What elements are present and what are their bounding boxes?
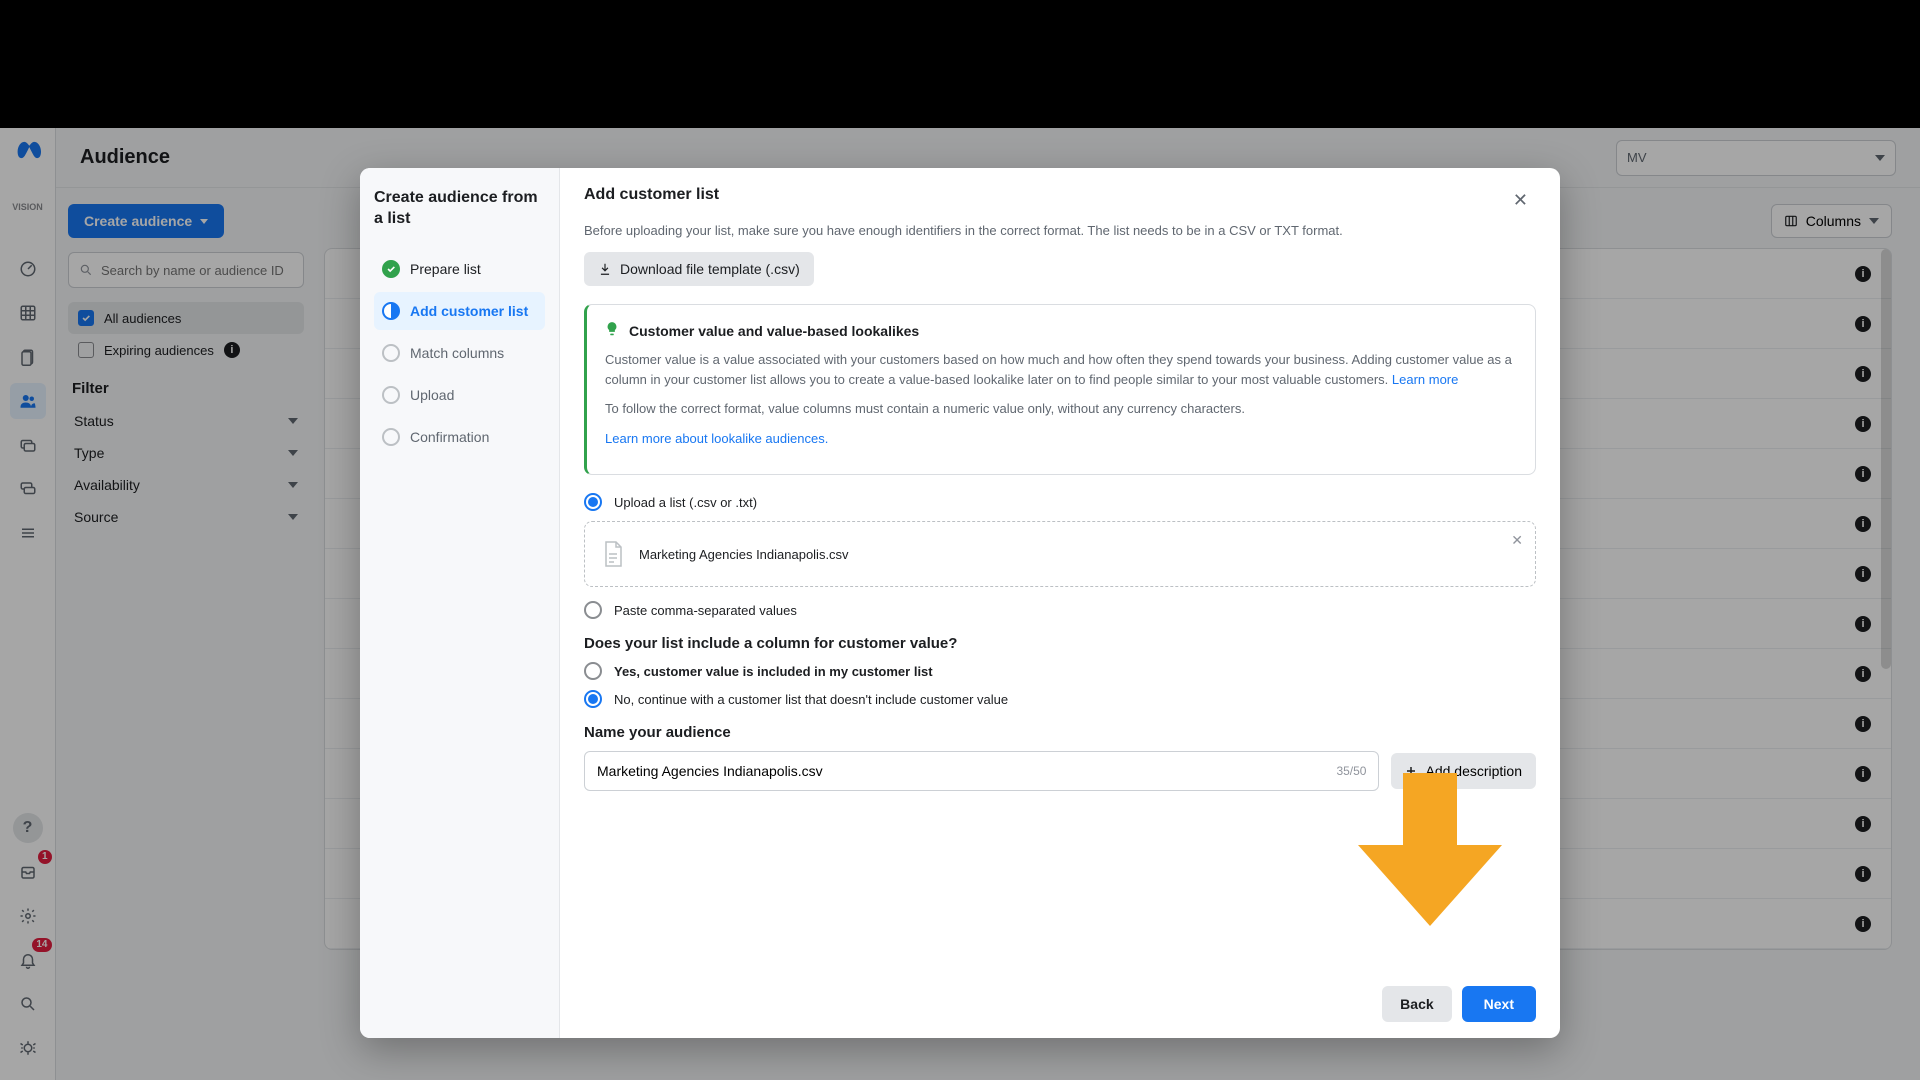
- add-description-button[interactable]: Add description: [1391, 753, 1536, 789]
- modal-header: Add customer list ✕: [560, 168, 1560, 219]
- info-card-body1: Customer value is a value associated wit…: [605, 350, 1517, 389]
- info-card-title: Customer value and value-based lookalike…: [629, 323, 919, 339]
- add-description-label: Add description: [1425, 763, 1522, 779]
- uploaded-file-box[interactable]: Marketing Agencies Indianapolis.csv ✕: [584, 521, 1536, 587]
- radio-selected-icon: [584, 493, 602, 511]
- download-template-label: Download file template (.csv): [620, 261, 800, 277]
- step-pending-icon: [382, 386, 400, 404]
- option-value-yes[interactable]: Yes, customer value is included in my cu…: [584, 662, 1536, 680]
- option-value-no[interactable]: No, continue with a customer list that d…: [584, 690, 1536, 708]
- step-add-customer-list[interactable]: Add customer list: [374, 292, 545, 330]
- back-button[interactable]: Back: [1382, 986, 1451, 1022]
- option-upload-list[interactable]: Upload a list (.csv or .txt): [584, 493, 1536, 511]
- next-button[interactable]: Next: [1462, 986, 1536, 1022]
- step-upload: Upload: [374, 376, 545, 414]
- download-icon: [598, 262, 612, 276]
- step-prepare-list[interactable]: Prepare list: [374, 250, 545, 288]
- step-pending-icon: [382, 344, 400, 362]
- customer-value-question: Does your list include a column for cust…: [584, 635, 1536, 652]
- name-counter: 35/50: [1336, 764, 1366, 778]
- modal-body: Before uploading your list, make sure yo…: [560, 219, 1560, 970]
- step-active-icon: [382, 302, 400, 320]
- step-match-columns: Match columns: [374, 334, 545, 372]
- audience-name-input[interactable]: [597, 763, 1336, 779]
- close-icon[interactable]: ✕: [1505, 186, 1536, 215]
- customer-value-info-card: Customer value and value-based lookalike…: [584, 304, 1536, 475]
- option-upload-label: Upload a list (.csv or .txt): [614, 495, 757, 510]
- modal-footer: Back Next: [560, 970, 1560, 1038]
- lightbulb-icon: [605, 321, 619, 340]
- browser-header-blackout: [0, 0, 1920, 128]
- option-paste-values[interactable]: Paste comma-separated values: [584, 601, 1536, 619]
- file-icon: [601, 540, 625, 568]
- learn-more-link[interactable]: Learn more: [1392, 372, 1458, 387]
- step-pending-icon: [382, 428, 400, 446]
- radio-unselected-icon: [584, 601, 602, 619]
- wizard-steps-panel: Create audience from a list Prepare list…: [360, 168, 560, 1038]
- modal-subtext: Before uploading your list, make sure yo…: [584, 223, 1536, 238]
- wizard-title: Create audience from a list: [374, 188, 545, 230]
- radio-selected-icon: [584, 690, 602, 708]
- option-paste-label: Paste comma-separated values: [614, 603, 797, 618]
- learn-lookalike-link[interactable]: Learn more about lookalike audiences.: [605, 431, 828, 446]
- download-template-button[interactable]: Download file template (.csv): [584, 252, 814, 286]
- option-value-yes-label: Yes, customer value is included in my cu…: [614, 664, 933, 679]
- modal-title: Add customer list: [584, 186, 719, 204]
- step-done-icon: [382, 260, 400, 278]
- plus-icon: [1405, 765, 1417, 777]
- modal-overlay: Create audience from a list Prepare list…: [0, 128, 1920, 1080]
- create-audience-modal: Create audience from a list Prepare list…: [360, 168, 1560, 1038]
- name-audience-title: Name your audience: [584, 724, 1536, 741]
- audience-name-input-wrapper[interactable]: 35/50: [584, 751, 1379, 791]
- step-confirmation: Confirmation: [374, 418, 545, 456]
- radio-unselected-icon: [584, 662, 602, 680]
- option-value-no-label: No, continue with a customer list that d…: [614, 692, 1008, 707]
- uploaded-file-name: Marketing Agencies Indianapolis.csv: [639, 547, 849, 562]
- modal-main: Add customer list ✕ Before uploading you…: [560, 168, 1560, 1038]
- remove-file-icon[interactable]: ✕: [1511, 532, 1523, 549]
- info-card-body2: To follow the correct format, value colu…: [605, 399, 1517, 419]
